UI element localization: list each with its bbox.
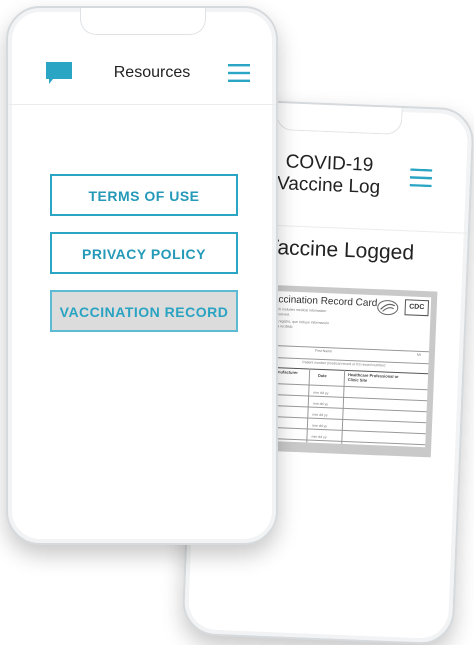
chat-bubble-icon[interactable]	[46, 62, 72, 84]
date-placeholder: mm dd yy	[312, 401, 329, 407]
hamburger-menu-icon[interactable]	[409, 168, 433, 188]
card-row-line	[254, 415, 427, 424]
hhs-eagle-icon	[377, 300, 399, 316]
mi-label: MI	[416, 352, 421, 357]
date-placeholder: mm dd yy	[312, 412, 328, 418]
col-header-date: Date	[317, 372, 327, 379]
card-row-line	[254, 404, 427, 413]
vaccination-record-card: Vaccination Record Card CDC d card, whic…	[253, 290, 432, 448]
cdc-logo: CDC	[404, 299, 430, 317]
col-header-site-2: Clinic Site	[347, 377, 368, 383]
date-placeholder: mm dd yy	[313, 390, 329, 396]
card-row-line	[253, 437, 426, 446]
page-title: Resources	[113, 64, 191, 81]
date-placeholder: mm dd yy	[311, 434, 327, 440]
terms-of-use-button[interactable]: TERMS OF USE	[50, 174, 238, 216]
page-title: COVID-19 Vaccine Log	[257, 150, 401, 200]
card-row-line	[255, 382, 428, 391]
card-row-line	[255, 393, 428, 402]
card-divider	[257, 344, 430, 353]
card-row-line	[253, 426, 426, 435]
date-placeholder: mm dd yy	[311, 423, 328, 429]
first-name-label: First Name	[314, 348, 333, 354]
privacy-policy-button[interactable]: PRIVACY POLICY	[50, 232, 238, 274]
phone-notch	[80, 8, 206, 35]
phone-mockup-resources: Resources TERMS OF USE PRIVACY POLICY VA…	[6, 6, 278, 545]
vaccination-record-button[interactable]: VACCINATION RECORD	[50, 290, 238, 332]
confirmation-heading: Vaccine Logged	[264, 235, 415, 265]
hamburger-menu-icon[interactable]	[228, 64, 250, 82]
phone-notch	[275, 102, 403, 136]
